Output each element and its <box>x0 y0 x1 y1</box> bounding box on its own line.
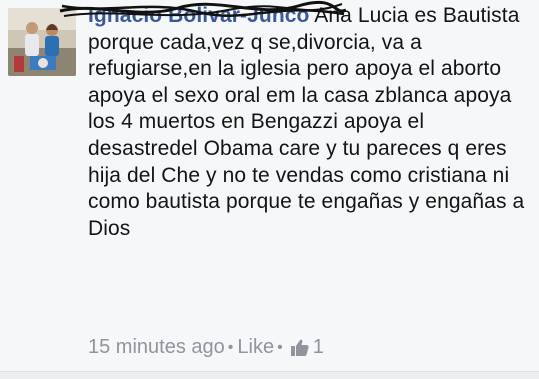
comment-text: Ana Lucia es Bautista porque cada,vez q … <box>88 4 525 240</box>
comment-timestamp[interactable]: 15 minutes ago <box>88 336 225 359</box>
avatar[interactable] <box>8 8 76 76</box>
like-button[interactable]: Like <box>237 336 274 359</box>
thumbs-up-icon[interactable] <box>290 338 310 358</box>
comment-author-link[interactable]: Ignacio Bolivar-Junco <box>88 4 309 27</box>
separator-dot: • <box>277 338 283 356</box>
separator-dot: • <box>227 338 234 356</box>
like-count[interactable]: 1 <box>313 336 324 359</box>
comment-meta: 15 minutes ago • Like • 1 <box>88 336 324 359</box>
comment-body: Ignacio Bolivar-Junco Ana Lucia es Bauti… <box>88 3 533 242</box>
avatar-photo <box>8 8 76 76</box>
comment: Ignacio Bolivar-Junco Ana Lucia es Bauti… <box>0 0 539 379</box>
